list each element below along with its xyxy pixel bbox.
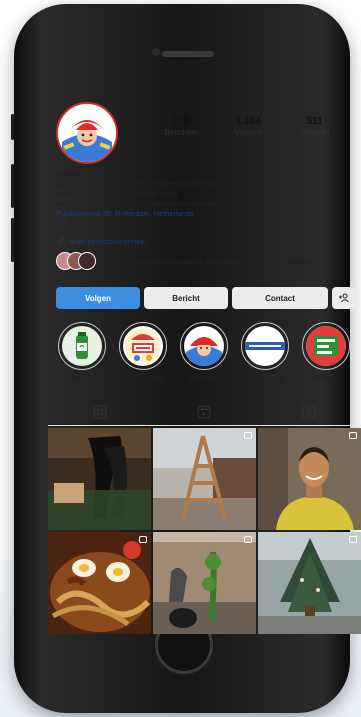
stat-posts[interactable]: 270 Berichten: [148, 116, 215, 137]
phone-volume-up: [11, 164, 14, 208]
profile-address[interactable]: Pupillonstraat 56, Rotterdam, Netherland…: [56, 209, 356, 219]
action-buttons: Volgen Bericht Contact: [56, 287, 356, 309]
post-gardening-photo[interactable]: [153, 532, 256, 634]
dance-image: [48, 428, 151, 530]
tab-reels[interactable]: [152, 399, 256, 425]
profile-stats: 270 Berichten 1.104 Volgers 511 Volgend: [148, 116, 348, 137]
profile-link-text: linktr.ee/opzoomermee: [70, 236, 145, 246]
post-wooden-tower-photo[interactable]: [153, 428, 256, 530]
phone-speaker: [162, 51, 214, 57]
stat-label: Berichten: [164, 128, 199, 137]
message-button[interactable]: Bericht: [144, 287, 228, 309]
highlight-over-ons[interactable]: Over ons: [176, 322, 232, 382]
highlight-label: Over ons: [188, 373, 220, 382]
suggest-people-button[interactable]: [332, 287, 356, 309]
highlight-in-de-straat[interactable]: In de straat: [237, 322, 293, 382]
phone-side-button: [11, 114, 14, 140]
stat-value: 511: [306, 116, 323, 127]
bio-line: Opzoomer Mee helpt Rotterdammers bij het…: [56, 179, 272, 188]
followed-names: almamusinovic, mariapepe.resto: [149, 257, 265, 266]
followed-by[interactable]: Gevolgd door almamusinovic, mariapepe.re…: [56, 252, 351, 272]
profile-link[interactable]: linktr.ee/opzoomermee: [56, 236, 145, 246]
highlight-lief-leed[interactable]: Lief & Leed: [115, 322, 171, 382]
contact-button[interactable]: Contact: [232, 287, 328, 309]
highlight-ring: [58, 322, 106, 370]
highlight-label: Lief & Leed: [123, 373, 163, 382]
wooden-tower-image: [153, 428, 256, 530]
follower-avatars: [56, 252, 100, 272]
followed-by-text: Gevolgd door almamusinovic, mariapepe.re…: [103, 257, 351, 267]
food-image: [48, 532, 151, 634]
profile-name: Opzoomer Mee: [56, 169, 109, 178]
stat-label: Volgers: [234, 128, 262, 137]
highlight-schoon[interactable]: Schoon: [298, 322, 354, 382]
tree-image: [258, 532, 361, 634]
story-highlights: Water Lief & Leed Over ons In de straat …: [54, 322, 354, 382]
posts-grid: [48, 428, 361, 634]
lief-en-leed-logo-icon: [123, 326, 163, 366]
tab-grid[interactable]: [48, 399, 153, 425]
follow-button[interactable]: Volgen: [56, 287, 140, 309]
highlight-label: Schoon: [313, 373, 339, 382]
tab-tagged[interactable]: [257, 399, 361, 425]
link-icon: [57, 237, 65, 245]
grid-icon: [93, 405, 107, 418]
avatar: [78, 252, 96, 270]
bio-line: Administratieve afhandeling bewonersinit…: [56, 199, 216, 208]
reel-indicator-icon: [244, 432, 252, 439]
highlight-label: Water: [72, 373, 92, 382]
stat-value: 270: [172, 116, 190, 127]
water-bottle-icon: [62, 326, 102, 366]
add-person-icon: [339, 293, 349, 303]
post-tree-photo[interactable]: [258, 532, 361, 634]
post-food-photo[interactable]: [48, 532, 151, 634]
post-dance-photo[interactable]: [48, 428, 151, 530]
gardening-image: [153, 532, 256, 634]
opzoomer-logo-icon: [184, 326, 224, 366]
phone-screen: 270 Berichten 1.104 Volgers 511 Volgend …: [48, 86, 361, 638]
stat-value: 1.104: [235, 116, 261, 127]
highlight-label: In de straat: [246, 373, 284, 382]
post-smiling-man-photo[interactable]: [258, 428, 361, 530]
highlight-ring: [180, 322, 228, 370]
bio-line: buren zorgen voor een prettige straat: [56, 189, 178, 198]
highlight-ring: [302, 322, 350, 370]
profile-tabs: [48, 399, 361, 426]
opzoomer-logo-icon: [58, 104, 116, 162]
followed-suffix: en 2 anderen: [264, 257, 310, 266]
reel-indicator-icon: [349, 432, 357, 439]
phone-camera: [152, 48, 160, 56]
followed-prefix: Gevolgd door: [103, 257, 150, 266]
profile-avatar[interactable]: [56, 102, 118, 164]
clean-street-icon: [306, 326, 346, 366]
stat-label: Volgend: [300, 128, 330, 137]
stat-following[interactable]: 511 Volgend: [281, 116, 348, 137]
highlight-ring: [241, 322, 289, 370]
tagged-icon: [302, 405, 316, 419]
reel-indicator-icon: [139, 536, 147, 543]
profile-bio: Opzoomer Mee Opzoomer Mee helpt Rotterda…: [56, 169, 356, 219]
stat-followers[interactable]: 1.104 Volgers: [215, 116, 282, 137]
smiling-man-image: [258, 428, 361, 530]
reel-indicator-icon: [244, 536, 252, 543]
reels-icon: [197, 405, 211, 419]
highlight-water[interactable]: Water: [54, 322, 110, 382]
highlight-ring: [119, 322, 167, 370]
phone-volume-down: [11, 218, 14, 262]
reel-indicator-icon: [349, 536, 357, 543]
in-de-straat-banner-icon: [245, 326, 285, 366]
